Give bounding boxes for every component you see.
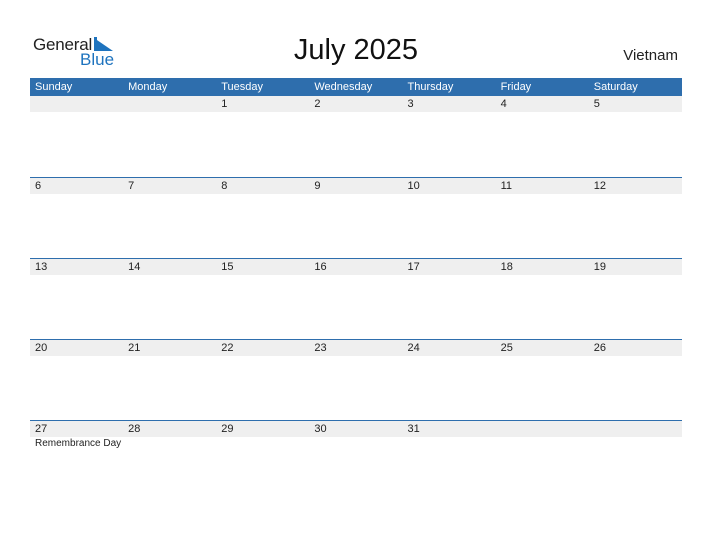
- calendar-title: July 2025: [293, 34, 419, 66]
- day-event: [589, 356, 682, 357]
- weekday-monday: Monday: [128, 81, 168, 93]
- country-label: Vietnam: [623, 47, 678, 64]
- day-event: [216, 437, 309, 449]
- day-event: [496, 437, 589, 449]
- events-row: Remembrance Day: [30, 437, 682, 449]
- date-number-row: 6 7 8 9 10 11 12: [30, 178, 682, 194]
- day-event: [216, 275, 309, 276]
- day-number: 29: [221, 423, 234, 435]
- day-event: Remembrance Day: [35, 438, 122, 449]
- weekday-saturday: Saturday: [593, 81, 638, 93]
- day-event: [589, 112, 682, 113]
- week-row: 1 2 3 4 5: [30, 96, 682, 177]
- day-number: 26: [593, 342, 606, 354]
- day-number: 28: [128, 423, 141, 435]
- date-number-row: 13 14 15 16 17 18 19: [30, 259, 682, 275]
- day-event: [123, 437, 216, 449]
- day-number: 30: [314, 423, 327, 435]
- day-event: [309, 356, 402, 357]
- day-event: [216, 112, 309, 113]
- day-number: 3: [407, 98, 414, 110]
- events-row: [30, 112, 682, 113]
- day-event: [123, 275, 216, 276]
- day-event: [30, 112, 123, 113]
- weekday-wednesday: Wednesday: [314, 81, 373, 93]
- date-number-row: 1 2 3 4 5: [30, 96, 682, 112]
- day-number: 16: [314, 261, 327, 273]
- day-event: [309, 194, 402, 195]
- day-event: [216, 194, 309, 195]
- day-number: 1: [221, 98, 228, 110]
- day-number: 19: [593, 261, 606, 273]
- day-event: [496, 275, 589, 276]
- day-number: 2: [314, 98, 321, 110]
- day-number: 8: [221, 180, 228, 192]
- week-row: 6 7 8 9 10 11 12: [30, 177, 682, 258]
- week-row: 27 28 29 30 31 Remembrance Day: [30, 420, 682, 501]
- date-number-row: 20 21 22 23 24 25 26: [30, 340, 682, 356]
- day-number: 31: [407, 423, 420, 435]
- day-number: 14: [128, 261, 141, 273]
- day-number: 23: [314, 342, 327, 354]
- day-number: [30, 96, 123, 112]
- day-number: [589, 421, 682, 437]
- day-number: 5: [593, 98, 600, 110]
- weekday-sunday: Sunday: [35, 81, 73, 93]
- day-event: [30, 356, 123, 357]
- day-event: [403, 356, 496, 357]
- day-event: [589, 194, 682, 195]
- day-event: [403, 275, 496, 276]
- day-number: 6: [35, 180, 42, 192]
- day-event: [403, 437, 496, 449]
- day-event: [30, 194, 123, 195]
- day-number: 17: [407, 261, 420, 273]
- day-event: [123, 112, 216, 113]
- day-number: 9: [314, 180, 321, 192]
- day-number: 12: [593, 180, 606, 192]
- day-event: [309, 275, 402, 276]
- day-event: [496, 194, 589, 195]
- day-event: [309, 437, 402, 449]
- day-number: 7: [128, 180, 135, 192]
- day-event: [216, 356, 309, 357]
- day-event: [403, 112, 496, 113]
- date-number-row: 27 28 29 30 31: [30, 421, 682, 437]
- week-row: 20 21 22 23 24 25 26: [30, 339, 682, 420]
- day-event: [496, 356, 589, 357]
- day-number: 18: [500, 261, 513, 273]
- day-number: 27: [35, 423, 48, 435]
- day-event: [496, 112, 589, 113]
- day-event: [123, 194, 216, 195]
- day-number: 22: [221, 342, 234, 354]
- day-number: 20: [35, 342, 48, 354]
- weekday-tuesday: Tuesday: [221, 81, 264, 93]
- day-number: 21: [128, 342, 141, 354]
- day-event: [589, 437, 682, 449]
- day-number: 25: [500, 342, 513, 354]
- weekday-thursday: Thursday: [407, 81, 454, 93]
- day-number: [123, 96, 216, 112]
- day-event: [589, 275, 682, 276]
- day-event: [309, 112, 402, 113]
- weekday-header: Sunday Monday Tuesday Wednesday Thursday…: [30, 78, 682, 96]
- week-row: 13 14 15 16 17 18 19: [30, 258, 682, 339]
- day-number: 15: [221, 261, 234, 273]
- day-number: 13: [35, 261, 48, 273]
- day-event: [403, 194, 496, 195]
- day-event: [30, 275, 123, 276]
- day-number: 24: [407, 342, 420, 354]
- events-row: [30, 275, 682, 276]
- events-row: [30, 194, 682, 195]
- events-row: [30, 356, 682, 357]
- day-event: [123, 356, 216, 357]
- day-number: [496, 421, 589, 437]
- calendar-grid: Sunday Monday Tuesday Wednesday Thursday…: [30, 78, 682, 501]
- day-number: 10: [407, 180, 420, 192]
- day-number: 11: [500, 180, 513, 192]
- weekday-friday: Friday: [500, 81, 532, 93]
- day-number: 4: [500, 98, 507, 110]
